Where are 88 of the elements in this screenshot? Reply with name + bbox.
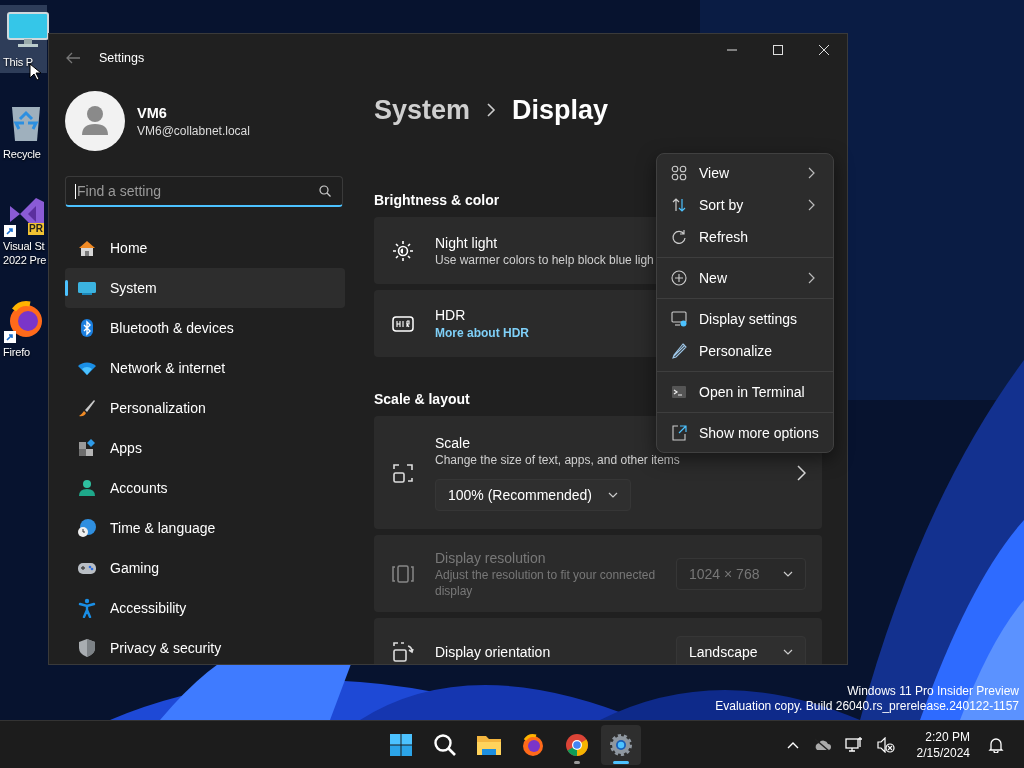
nav-item[interactable]: Privacy & security <box>65 628 345 664</box>
chevron-down-icon <box>783 648 793 655</box>
icon-label: Recycle <box>3 147 41 161</box>
setting-description: Change the size of text, apps, and other items <box>435 452 680 468</box>
menu-item[interactable]: View <box>661 157 829 189</box>
text-caret <box>75 184 76 199</box>
icon-label: 2022 Pre <box>3 253 47 267</box>
chevron-up-icon[interactable] <box>786 740 799 749</box>
person-icon <box>77 478 97 498</box>
breadcrumb-item[interactable]: System <box>374 94 471 126</box>
rotate-screen-icon <box>392 640 414 663</box>
badge: PR <box>28 223 44 235</box>
setting-title: Night light <box>435 233 498 252</box>
search-icon <box>433 732 457 757</box>
pen-icon <box>671 343 687 359</box>
tricolor-ball-icon <box>565 732 589 757</box>
desktop-icon[interactable]: PR Visual St 2022 Pre <box>0 189 47 271</box>
fox-globe-icon <box>521 732 545 757</box>
apps-grid-icon <box>77 438 97 458</box>
sun-icon <box>392 239 414 262</box>
setting-title: Display orientation <box>435 642 551 661</box>
chevron-down-icon <box>783 570 793 577</box>
desktop-icon[interactable]: This P <box>0 5 47 73</box>
desktop-icon[interactable]: Recycle <box>0 97 47 165</box>
monitor-icon <box>6 11 50 49</box>
section-heading: Scale & layout <box>374 391 470 407</box>
icon-label: This P <box>3 55 33 69</box>
sort-arrows-icon <box>671 197 687 213</box>
house-icon <box>77 238 97 258</box>
cloud-off-icon[interactable] <box>812 737 831 752</box>
setting-title: HDR <box>435 305 466 324</box>
close-icon <box>819 45 829 55</box>
dropdown[interactable]: Landscape <box>676 635 806 664</box>
chevron-right-icon <box>796 464 806 481</box>
maximize-icon <box>773 45 783 55</box>
icon-label: Visual St <box>3 239 45 253</box>
nav-item[interactable]: Network & internet <box>65 348 345 388</box>
paintbrush-icon <box>77 398 97 418</box>
nav-item[interactable]: Accounts <box>65 468 345 508</box>
shield-icon <box>77 638 97 658</box>
avatar[interactable] <box>65 91 125 151</box>
terminal-icon <box>671 384 687 400</box>
chevron-down-icon <box>607 492 618 498</box>
search-icon <box>319 185 331 197</box>
nav-item[interactable]: System <box>65 268 345 308</box>
chevron-right-icon <box>486 103 497 117</box>
gear-icon <box>609 732 633 757</box>
nav-item[interactable]: Time & language <box>65 508 345 548</box>
globe-clock-icon <box>77 518 97 538</box>
taskbar-button[interactable] <box>601 724 641 765</box>
clock[interactable]: 2:20 PM 2/15/2024 <box>916 728 970 761</box>
setting-title: Scale <box>435 434 471 452</box>
refresh-icon <box>671 229 687 245</box>
resolution-icon <box>392 563 414 584</box>
scale-corners-icon <box>392 461 414 484</box>
user-name: VM6 <box>137 104 168 121</box>
setting-description: Adjust the resolution to fit your connected display <box>435 566 657 599</box>
nav-item[interactable]: Bluetooth & devices <box>65 308 345 348</box>
setting-description: Use warmer colors to help block blue ligh <box>435 251 654 268</box>
network-monitor-icon[interactable] <box>844 735 863 754</box>
plus-circle-icon <box>671 270 687 286</box>
nav-item[interactable]: Personalization <box>65 388 345 428</box>
user-email: VM6@collabnet.local <box>137 123 250 138</box>
window-title: Settings <box>99 51 145 65</box>
menu-item[interactable]: Open in Terminal <box>661 376 829 408</box>
monitor-gear-icon <box>671 311 687 327</box>
speaker-muted-icon[interactable] <box>876 736 895 753</box>
hdr-frame-icon <box>392 315 414 332</box>
expand-window-icon <box>671 425 687 441</box>
accessibility-figure-icon <box>77 598 97 618</box>
nav-item[interactable]: Accessibility <box>65 588 345 628</box>
back-arrow-icon[interactable] <box>65 50 81 66</box>
build-info-text: Windows 11 Pro Insider Preview <box>847 684 1019 699</box>
nav-item[interactable]: Home <box>65 228 345 268</box>
icon-label: Firefo <box>3 345 30 359</box>
windows-logo-icon <box>389 732 413 757</box>
nav-item[interactable]: Gaming <box>65 548 345 588</box>
search-field[interactable]: Find a setting <box>65 176 343 207</box>
section-heading: Brightness & color <box>374 192 500 208</box>
dropdown[interactable]: 100% (Recommended) <box>435 479 631 511</box>
setting-card[interactable]: Display orientation Landscape <box>374 618 822 664</box>
bell-icon[interactable] <box>988 736 1004 753</box>
four-circles-icon <box>671 165 687 181</box>
nav-item[interactable]: Apps <box>65 428 345 468</box>
setting-title: Display resolution <box>435 548 546 567</box>
breadcrumb-item: Display <box>512 94 609 126</box>
desktop-icon[interactable]: Firefo <box>0 295 47 363</box>
more-link[interactable]: More about HDR <box>435 323 529 342</box>
